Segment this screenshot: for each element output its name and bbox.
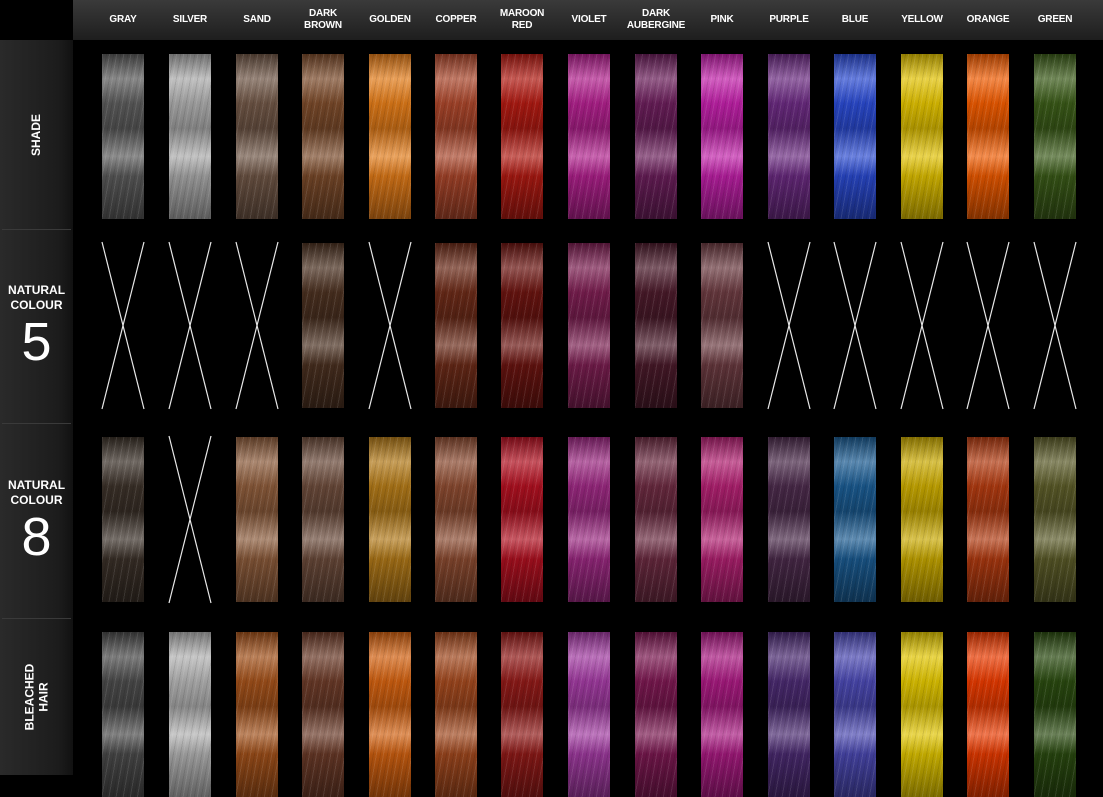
swatch-green bbox=[1034, 632, 1076, 797]
swatch-sand bbox=[236, 437, 278, 602]
swatch-golden bbox=[369, 632, 411, 797]
column-label-dark-brown: DARK BROWN bbox=[304, 8, 342, 31]
swatch-violet bbox=[568, 437, 610, 602]
row-separator bbox=[2, 229, 71, 230]
not-available-cross-icon bbox=[368, 241, 412, 410]
swatch-pink bbox=[701, 437, 743, 602]
swatch-sand bbox=[236, 632, 278, 797]
column-label-orange: ORANGE bbox=[966, 14, 1010, 25]
swatch-orange bbox=[967, 632, 1009, 797]
column-label-golden: GOLDEN bbox=[369, 14, 411, 25]
not-available-cross-icon bbox=[168, 241, 212, 410]
not-available-cross-icon bbox=[101, 241, 145, 410]
swatch-copper bbox=[435, 437, 477, 602]
not-available-cross-icon bbox=[235, 241, 279, 410]
swatch-orange bbox=[967, 54, 1009, 219]
column-label-maroon-red: MAROON RED bbox=[499, 8, 545, 31]
swatch-yellow bbox=[901, 437, 943, 602]
swatch-pink bbox=[701, 632, 743, 797]
swatch-yellow bbox=[901, 632, 943, 797]
swatch-violet bbox=[568, 243, 610, 408]
swatch-copper bbox=[435, 243, 477, 408]
not-available-cross-icon bbox=[900, 241, 944, 410]
swatch-maroon-red bbox=[501, 437, 543, 602]
swatch-blue bbox=[834, 437, 876, 602]
not-available-cross-icon bbox=[168, 435, 212, 604]
swatch-silver bbox=[169, 632, 211, 797]
swatch-maroon-red bbox=[501, 243, 543, 408]
column-label-sand: SAND bbox=[243, 14, 271, 25]
swatch-blue bbox=[834, 54, 876, 219]
swatch-yellow bbox=[901, 54, 943, 219]
swatch-orange bbox=[967, 437, 1009, 602]
swatch-dark-brown bbox=[302, 437, 344, 602]
swatch-dark-aubergine bbox=[635, 243, 677, 408]
swatch-purple bbox=[768, 632, 810, 797]
swatch-violet bbox=[568, 632, 610, 797]
swatch-dark-aubergine bbox=[635, 54, 677, 219]
swatch-purple bbox=[768, 54, 810, 219]
swatch-blue bbox=[834, 632, 876, 797]
swatch-dark-brown bbox=[302, 54, 344, 219]
swatch-gray bbox=[102, 54, 144, 219]
column-label-pink: PINK bbox=[710, 14, 734, 25]
column-label-purple: PURPLE bbox=[769, 14, 809, 25]
column-label-yellow: YELLOW bbox=[901, 14, 943, 25]
header-corner bbox=[0, 0, 73, 40]
row-label-bleached-hair: BLEACHED HAIR bbox=[22, 663, 51, 730]
row-separator bbox=[2, 618, 71, 619]
not-available-cross-icon bbox=[966, 241, 1010, 410]
row-label-natural-colour-5: NATURAL COLOUR 5 bbox=[7, 283, 66, 372]
swatch-green bbox=[1034, 437, 1076, 602]
swatch-maroon-red bbox=[501, 54, 543, 219]
row-label-natural-colour-8: NATURAL COLOUR 8 bbox=[7, 477, 66, 567]
swatch-dark-brown bbox=[302, 632, 344, 797]
swatch-silver bbox=[169, 54, 211, 219]
column-label-silver: SILVER bbox=[172, 14, 208, 25]
column-label-copper: COPPER bbox=[435, 14, 477, 25]
swatch-violet bbox=[568, 54, 610, 219]
swatch-copper bbox=[435, 632, 477, 797]
swatch-golden bbox=[369, 437, 411, 602]
column-label-dark-aubergine: DARK AUBERGINE bbox=[626, 8, 686, 31]
column-label-violet: VIOLET bbox=[571, 14, 607, 25]
swatch-pink bbox=[701, 243, 743, 408]
swatch-golden bbox=[369, 54, 411, 219]
column-label-gray: GRAY bbox=[109, 14, 137, 25]
swatch-purple bbox=[768, 437, 810, 602]
hair-colour-chart: GRAY SILVER SAND DARK BROWN GOLDEN COPPER MARO… bbox=[0, 0, 1103, 797]
swatch-dark-brown bbox=[302, 243, 344, 408]
not-available-cross-icon bbox=[1033, 241, 1077, 410]
swatch-pink bbox=[701, 54, 743, 219]
column-label-blue: BLUE bbox=[841, 14, 869, 25]
swatch-green bbox=[1034, 54, 1076, 219]
not-available-cross-icon bbox=[833, 241, 877, 410]
swatch-sand bbox=[236, 54, 278, 219]
row-label-shade: SHADE bbox=[29, 113, 44, 156]
row-separator bbox=[2, 423, 71, 424]
column-label-green: GREEN bbox=[1037, 14, 1073, 25]
swatch-gray bbox=[102, 437, 144, 602]
not-available-cross-icon bbox=[767, 241, 811, 410]
swatch-dark-aubergine bbox=[635, 632, 677, 797]
swatch-gray bbox=[102, 632, 144, 797]
swatch-dark-aubergine bbox=[635, 437, 677, 602]
swatch-maroon-red bbox=[501, 632, 543, 797]
swatch-copper bbox=[435, 54, 477, 219]
